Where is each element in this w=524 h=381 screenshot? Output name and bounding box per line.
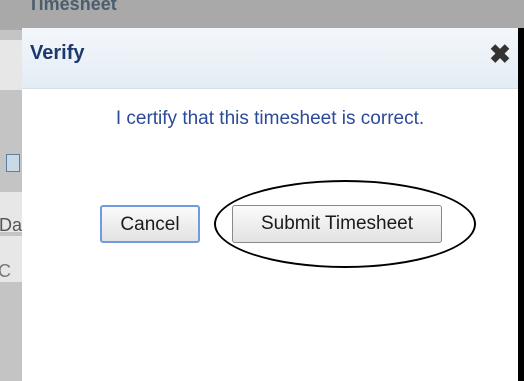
background-left-strip: Da C — [0, 30, 22, 381]
calendar-icon — [6, 154, 20, 172]
cancel-button[interactable]: Cancel — [100, 205, 200, 243]
background-page-title: Timesheet — [28, 0, 117, 14]
background-label: Da — [0, 215, 23, 235]
background-header: Timesheet — [0, 0, 524, 30]
certify-message: I certify that this timesheet is correct… — [115, 108, 425, 129]
close-icon[interactable]: ✖ — [488, 41, 512, 67]
dialog-title: Verify — [30, 42, 85, 64]
dialog-titlebar: Verify ✖ — [22, 28, 518, 89]
verify-dialog: Verify ✖ I certify that this timesheet i… — [22, 28, 524, 381]
background-cell-text: C — [0, 261, 11, 281]
submit-timesheet-button[interactable]: Submit Timesheet — [232, 205, 442, 243]
background-cell — [0, 40, 22, 90]
